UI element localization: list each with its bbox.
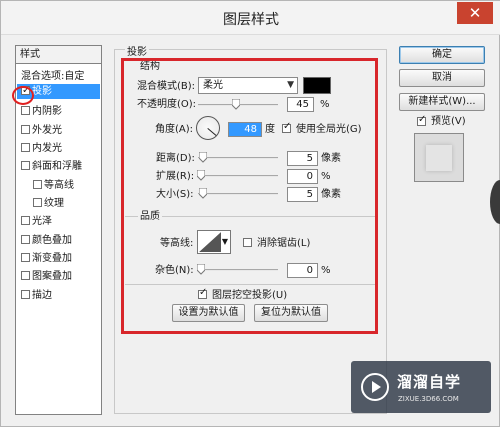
styles-item-texture[interactable]: 纹理 (17, 196, 100, 211)
close-button[interactable]: ✕ (457, 2, 493, 24)
gradient-overlay-checkbox[interactable] (21, 253, 30, 262)
title-bar: 图层样式 ✕ (1, 1, 500, 35)
styles-item-outer-glow[interactable]: 外发光 (17, 123, 100, 138)
contour-checkbox[interactable] (33, 180, 42, 189)
play-icon (361, 373, 389, 401)
inner-glow-checkbox[interactable] (21, 143, 30, 152)
color-overlay-checkbox[interactable] (21, 235, 30, 244)
highlight-box (121, 58, 378, 334)
styles-item-inner-shadow[interactable]: 内阴影 (17, 104, 100, 119)
styles-item-gradient-overlay[interactable]: 渐变叠加 (17, 251, 100, 266)
watermark: 溜溜自学 ZIXUE.3D66.COM (351, 361, 491, 413)
styles-header: 样式 (16, 46, 101, 64)
new-style-button[interactable]: 新建样式(W)... (399, 93, 485, 111)
highlight-circle (12, 86, 34, 105)
styles-item-contour[interactable]: 等高线 (17, 178, 100, 193)
styles-item-inner-glow[interactable]: 内发光 (17, 141, 100, 156)
ok-button[interactable]: 确定 (399, 46, 485, 64)
styles-item-blending-options[interactable]: 混合选项:自定 (17, 69, 100, 84)
watermark-cn: 溜溜自学 (397, 373, 462, 391)
drop-shadow-group-title: 投影 (125, 43, 149, 58)
styles-item-bevel-emboss[interactable]: 斜面和浮雕 (17, 159, 100, 174)
cancel-button[interactable]: 取消 (399, 69, 485, 87)
preview-label: 预览(V) (431, 116, 466, 127)
preview-checkbox[interactable] (417, 114, 426, 126)
stroke-checkbox[interactable] (21, 290, 30, 299)
bevel-emboss-checkbox[interactable] (21, 161, 30, 170)
styles-item-color-overlay[interactable]: 颜色叠加 (17, 233, 100, 248)
styles-item-stroke[interactable]: 描边 (17, 288, 100, 303)
styles-item-satin[interactable]: 光泽 (17, 214, 100, 229)
watermark-en: ZIXUE.3D66.COM (398, 395, 459, 403)
styles-item-pattern-overlay[interactable]: 图案叠加 (17, 269, 100, 284)
outer-glow-checkbox[interactable] (21, 125, 30, 134)
pattern-overlay-checkbox[interactable] (21, 271, 30, 280)
satin-checkbox[interactable] (21, 216, 30, 225)
dialog-title: 图层样式 (223, 12, 279, 28)
inner-shadow-checkbox[interactable] (21, 106, 30, 115)
texture-checkbox[interactable] (33, 198, 42, 207)
style-preview-swatch (414, 133, 464, 182)
